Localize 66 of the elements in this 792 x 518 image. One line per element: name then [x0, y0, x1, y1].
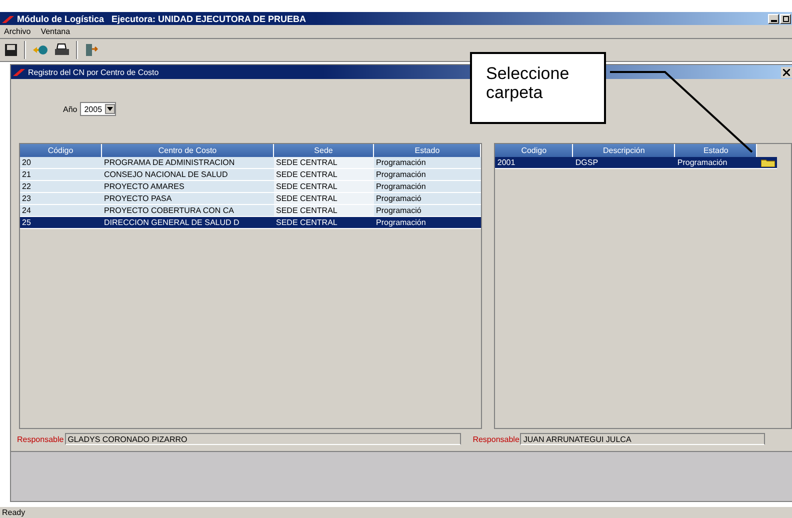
table-row[interactable]: 20 PROGRAMA DE ADMINISTRACION SEDE CENTRAL Programación — [20, 157, 482, 169]
caret-icon — [107, 107, 114, 111]
column-header[interactable]: Estado — [675, 144, 758, 157]
menu-item[interactable]: Archivo — [4, 27, 31, 36]
table-cell: DGSP — [573, 157, 676, 169]
table-cell: Programació — [374, 205, 482, 217]
table-cell: 25 — [20, 217, 102, 229]
callout-box: Seleccione carpeta — [470, 52, 606, 124]
menu-item[interactable]: Ventana — [40, 27, 70, 36]
table-cell: PROYECTO COBERTURA CON CA — [102, 205, 274, 217]
column-header[interactable]: Descripción — [573, 144, 676, 157]
table-cell: Programación — [374, 217, 482, 229]
maximize-icon — [782, 16, 788, 22]
responsible-field[interactable]: GLADYS CORONADO PIZARRO — [64, 433, 461, 445]
table-cell: Programación — [374, 157, 482, 169]
table-cell: CONSEJO NACIONAL DE SALUD — [102, 169, 274, 181]
table-cell: PROYECTO AMARES — [102, 181, 274, 193]
table-cell: PROGRAMA DE ADMINISTRACION — [102, 157, 274, 169]
responsible-field[interactable]: JUAN ARRUNATEGUI JULCA — [520, 433, 766, 445]
close-icon — [783, 68, 790, 76]
table-cell: SEDE CENTRAL — [274, 181, 374, 193]
table-cell: SEDE CENTRAL — [274, 169, 374, 181]
table-cell: PROYECTO PASA — [102, 193, 274, 205]
print-icon[interactable] — [54, 43, 70, 57]
minimize-button[interactable] — [768, 14, 779, 24]
restore-button[interactable] — [780, 14, 791, 24]
table-cell: SEDE CENTRAL — [274, 205, 374, 217]
table-cell: SEDE CENTRAL — [274, 157, 374, 169]
table-cell: 2001 — [495, 157, 574, 169]
table-row[interactable]: 21 CONSEJO NACIONAL DE SALUD SEDE CENTRAL Programación — [20, 169, 482, 181]
table-cell: SEDE CENTRAL — [274, 193, 374, 205]
table-cell: Programación — [675, 157, 758, 169]
table-cell: Programació — [374, 193, 482, 205]
logo-icon — [2, 14, 14, 22]
column-header[interactable]: Código — [20, 144, 102, 157]
disk-icon[interactable] — [32, 43, 48, 57]
table-cell: 22 — [20, 181, 102, 193]
column-header[interactable]: Sede — [274, 144, 374, 157]
table-cell: 24 — [20, 205, 102, 217]
close-button[interactable] — [781, 66, 792, 78]
table-row[interactable]: 23 PROYECTO PASA SEDE CENTRAL Programació — [20, 193, 482, 205]
column-header[interactable]: Codigo — [495, 144, 574, 157]
responsible-label: Responsable — [17, 434, 64, 444]
column-header[interactable]: Centro de Costo — [102, 144, 274, 157]
table-cell: SEDE CENTRAL — [274, 217, 374, 229]
responsible-label: Responsable — [472, 434, 520, 444]
column-header[interactable]: Estado — [374, 144, 482, 157]
table-cell: 23 — [20, 193, 102, 205]
year-dropdown[interactable]: 2005 — [80, 102, 116, 116]
table-cell: 20 — [20, 157, 102, 169]
year-label: Año — [63, 104, 78, 114]
save-icon[interactable] — [4, 43, 18, 57]
status-bar: Ready — [0, 507, 792, 518]
logo-icon — [13, 68, 25, 76]
child-window-title: Registro del CN por Centro de Costo — [28, 68, 159, 76]
table-row[interactable]: 25 DIRECCION GENERAL DE SALUD D SEDE CENTRAL Programación — [20, 217, 482, 229]
table-cell: 21 — [20, 169, 102, 181]
table-cell: Programación — [374, 181, 482, 193]
table-cell: Programación — [374, 169, 482, 181]
exit-icon[interactable] — [84, 43, 98, 57]
table-cell: DIRECCION GENERAL DE SALUD D — [102, 217, 274, 229]
table-row[interactable]: 24 PROYECTO COBERTURA CON CA SEDE CENTRAL Programació — [20, 205, 482, 217]
window-title: Módulo de Logística Ejecutora: UNIDAD EJECUTORA DE PRUEBA — [17, 14, 308, 24]
folder-icon[interactable] — [761, 158, 776, 166]
table-row[interactable]: 22 PROYECTO AMARES SEDE CENTRAL Programación — [20, 181, 482, 193]
table-row[interactable]: 2001 DGSP Programación — [495, 157, 791, 169]
